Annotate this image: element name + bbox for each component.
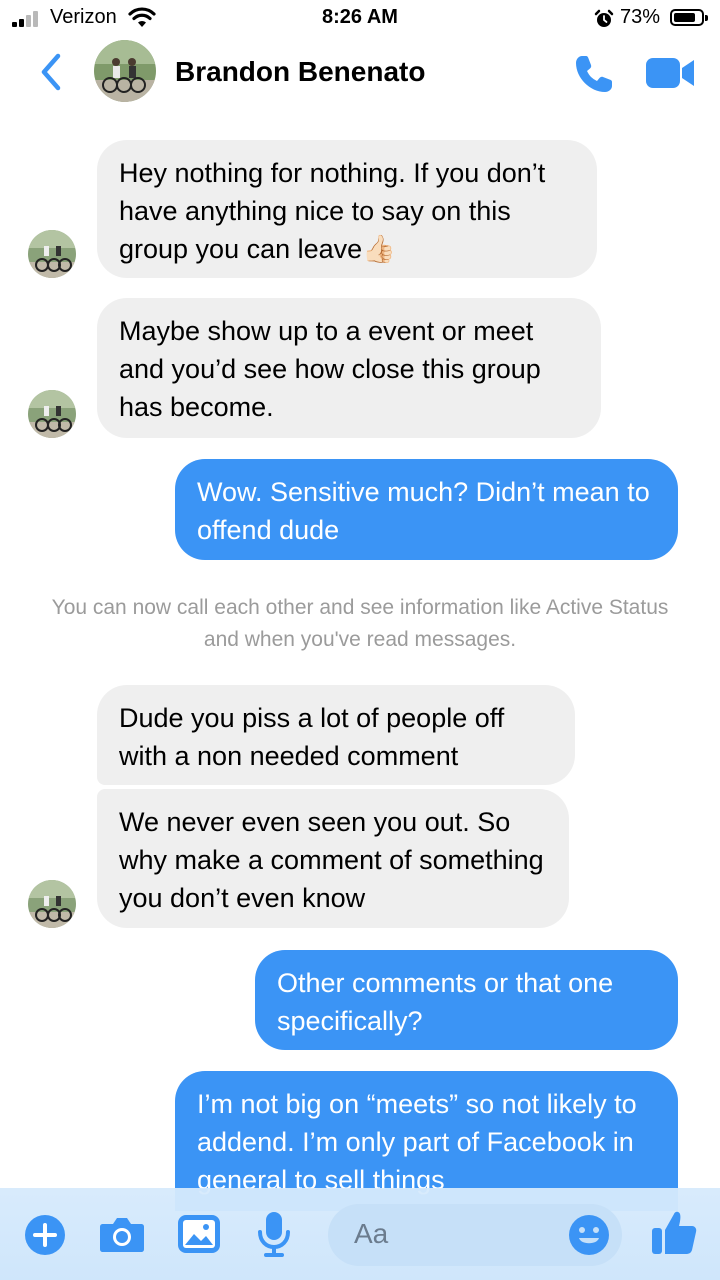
phone-call-icon[interactable] [572,52,616,96]
incoming-message[interactable]: Hey nothing for nothing. If you don’t ha… [97,140,597,278]
conversation-header: Brandon Benenato [0,36,720,116]
like-thumbs-up-icon[interactable] [650,1208,698,1256]
video-call-icon[interactable] [646,56,696,90]
outgoing-message[interactable]: Other comments or that one specifically? [255,950,678,1050]
message-composer: Aa [0,1188,720,1280]
incoming-message[interactable]: We never even seen you out. So why make … [97,789,569,928]
camera-icon[interactable] [99,1214,145,1254]
contact-name[interactable]: Brandon Benenato [175,56,425,88]
message-input-placeholder: Aa [354,1218,389,1249]
gallery-icon[interactable] [177,1214,221,1254]
sender-avatar[interactable] [28,880,76,928]
emoji-icon[interactable] [568,1214,610,1256]
contact-avatar[interactable] [94,40,156,102]
back-icon[interactable] [34,50,68,94]
incoming-message[interactable]: Dude you piss a lot of people off with a… [97,685,575,785]
battery-percent: 73% [620,6,661,28]
microphone-icon[interactable] [256,1210,292,1258]
add-icon[interactable] [24,1214,66,1256]
incoming-message[interactable]: Maybe show up to a event or meet and you… [97,298,601,438]
sender-avatar[interactable] [28,390,76,438]
sender-avatar[interactable] [28,230,76,278]
status-bar: Verizon 8:26 AM 73% [0,0,720,36]
outgoing-message[interactable]: Wow. Sensitive much? Didn’t mean to offe… [175,459,678,560]
alarm-icon [594,9,614,27]
battery-icon [670,9,708,26]
message-input[interactable]: Aa [328,1204,622,1266]
system-notice: You can now call each other and see info… [51,596,669,651]
